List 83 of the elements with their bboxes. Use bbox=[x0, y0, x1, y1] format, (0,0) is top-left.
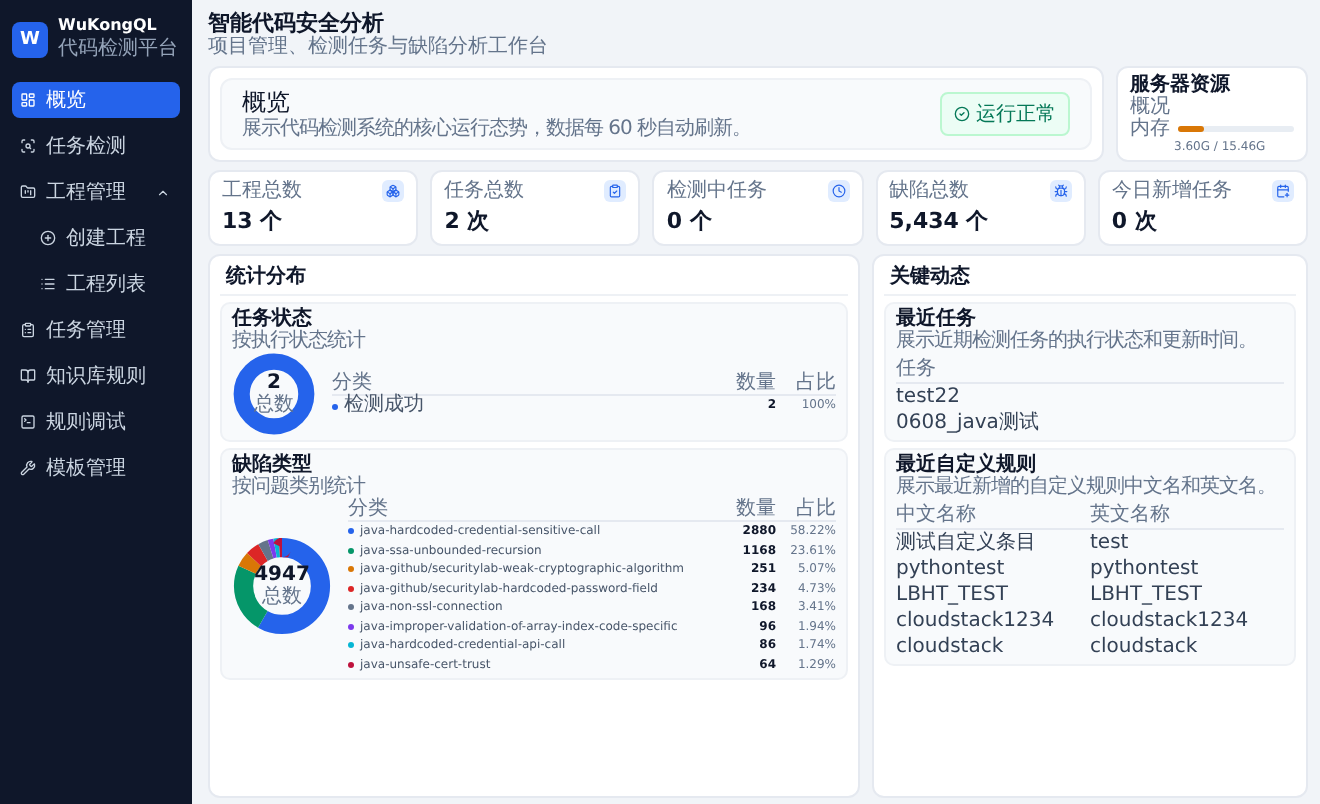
brand-subtitle: 代码检测平台 bbox=[58, 35, 178, 62]
donut-total: 2 bbox=[267, 373, 281, 393]
stat-value: 0 次 bbox=[1111, 206, 1159, 236]
column-header: 英文名称 bbox=[1090, 502, 1284, 530]
clipboard-check-icon bbox=[604, 180, 627, 202]
stat-label: 缺陷总数 bbox=[889, 180, 970, 202]
book-icon bbox=[20, 368, 36, 384]
calendar-icon bbox=[1272, 180, 1295, 202]
folder-icon bbox=[20, 184, 36, 200]
column-header: 数量 bbox=[712, 372, 776, 397]
stat-value: 13 个 bbox=[222, 206, 285, 236]
stat-label: 检测中任务 bbox=[666, 180, 767, 202]
donut-total-label: 总数 bbox=[254, 393, 294, 415]
category-name: 检测成功 bbox=[344, 396, 424, 416]
chart-subtitle: 按执行状态统计 bbox=[232, 330, 368, 352]
table-cell-text: LBHT_TEST bbox=[1090, 582, 1204, 608]
scan-icon bbox=[20, 138, 36, 154]
table-cell-text: test22 bbox=[896, 384, 962, 410]
server-title: 服务器资源 bbox=[1130, 74, 1232, 96]
memory-label: 内存 bbox=[1130, 118, 1170, 140]
column-header: 占比 bbox=[776, 372, 836, 397]
table-cell-text: LBHT_TEST bbox=[896, 582, 1010, 608]
panel-title: 统计分布 bbox=[220, 256, 848, 296]
stat-value: 2 次 bbox=[444, 206, 492, 236]
list-icon bbox=[40, 276, 56, 292]
table-cell-text: pythontest bbox=[896, 556, 1007, 582]
donut-chart bbox=[232, 352, 316, 436]
page-title: 智能代码安全分析 bbox=[208, 10, 386, 36]
plus-circle-icon bbox=[40, 230, 56, 246]
card-title: 最近自定义规则 bbox=[896, 454, 1038, 476]
table-cell-text: pythontest bbox=[1090, 556, 1201, 582]
panel-title: 关键动态 bbox=[884, 256, 1296, 296]
table-cell-text: cloudstack bbox=[896, 634, 1006, 660]
sidebar-subitem[interactable]: 工程列表 bbox=[12, 266, 180, 302]
sidebar-subitem[interactable]: 创建工程 bbox=[12, 220, 180, 256]
terminal-icon bbox=[20, 414, 36, 430]
sidebar-item[interactable]: 工程管理 bbox=[12, 174, 180, 210]
table-cell-text: 测试自定义条目 bbox=[896, 530, 1038, 556]
page-subtitle: 项目管理、检测任务与缺陷分析工作台 bbox=[208, 36, 550, 58]
boxes-icon bbox=[382, 180, 405, 202]
card-description: 展示最近新增的自定义规则中文名和英文名。 bbox=[896, 476, 1278, 498]
bug-icon bbox=[1049, 180, 1072, 202]
dashboard-icon bbox=[20, 92, 36, 108]
chart-title: 任务状态 bbox=[232, 308, 312, 330]
stat-value: 5,434 个 bbox=[889, 206, 991, 236]
column-header: 分类 bbox=[348, 498, 712, 522]
donut-chart bbox=[232, 536, 332, 636]
logo: W bbox=[12, 21, 48, 57]
sidebar-item[interactable]: 任务管理 bbox=[12, 312, 180, 348]
table-cell-text: cloudstack1234 bbox=[1090, 608, 1251, 634]
overview-title: 概览 bbox=[242, 88, 292, 116]
clock-icon bbox=[827, 180, 850, 202]
column-header: 中文名称 bbox=[896, 502, 1090, 530]
stat-value: 0 个 bbox=[666, 206, 714, 236]
sidebar-item[interactable]: 知识库规则 bbox=[12, 358, 180, 394]
chevron-icon bbox=[156, 185, 170, 199]
wrench-icon bbox=[20, 460, 36, 476]
sidebar-item[interactable]: 规则调试 bbox=[12, 404, 180, 440]
sidebar-item[interactable]: 任务检测 bbox=[12, 128, 180, 164]
status-badge: 运行正常 bbox=[940, 92, 1070, 136]
table-cell-text: cloudstack bbox=[1090, 634, 1200, 660]
donut-total-label: 总数 bbox=[262, 585, 302, 607]
chart-title: 缺陷类型 bbox=[232, 454, 314, 476]
sidebar-item[interactable]: 概览 bbox=[12, 82, 180, 118]
sidebar-item[interactable]: 模板管理 bbox=[12, 450, 180, 486]
check-circle-icon bbox=[954, 106, 970, 122]
column-header: 数量 bbox=[712, 498, 776, 522]
server-caption: 概况 bbox=[1130, 96, 1172, 118]
chart-subtitle: 按问题类别统计 bbox=[232, 476, 368, 498]
stat-label: 工程总数 bbox=[222, 180, 302, 202]
table-cell-text: 0608_java测试 bbox=[896, 410, 1041, 436]
column-header: 占比 bbox=[776, 498, 836, 522]
overview-description: 展示代码检测系统的核心运行态势，数据每 60 秒自动刷新。 bbox=[242, 118, 754, 140]
table-cell-text: cloudstack1234 bbox=[896, 608, 1057, 634]
stat-label: 今日新增任务 bbox=[1111, 180, 1232, 202]
clipboard-icon bbox=[20, 322, 36, 338]
card-title: 最近任务 bbox=[896, 308, 976, 330]
donut-total: 4947 bbox=[254, 565, 310, 585]
stat-label: 任务总数 bbox=[444, 180, 525, 202]
brand-name: WuKongQL bbox=[58, 16, 159, 34]
card-description: 展示近期检测任务的执行状态和更新时间。 bbox=[896, 330, 1259, 352]
table-cell-text: test bbox=[1090, 530, 1131, 556]
column-header: 任务 bbox=[896, 356, 1284, 384]
